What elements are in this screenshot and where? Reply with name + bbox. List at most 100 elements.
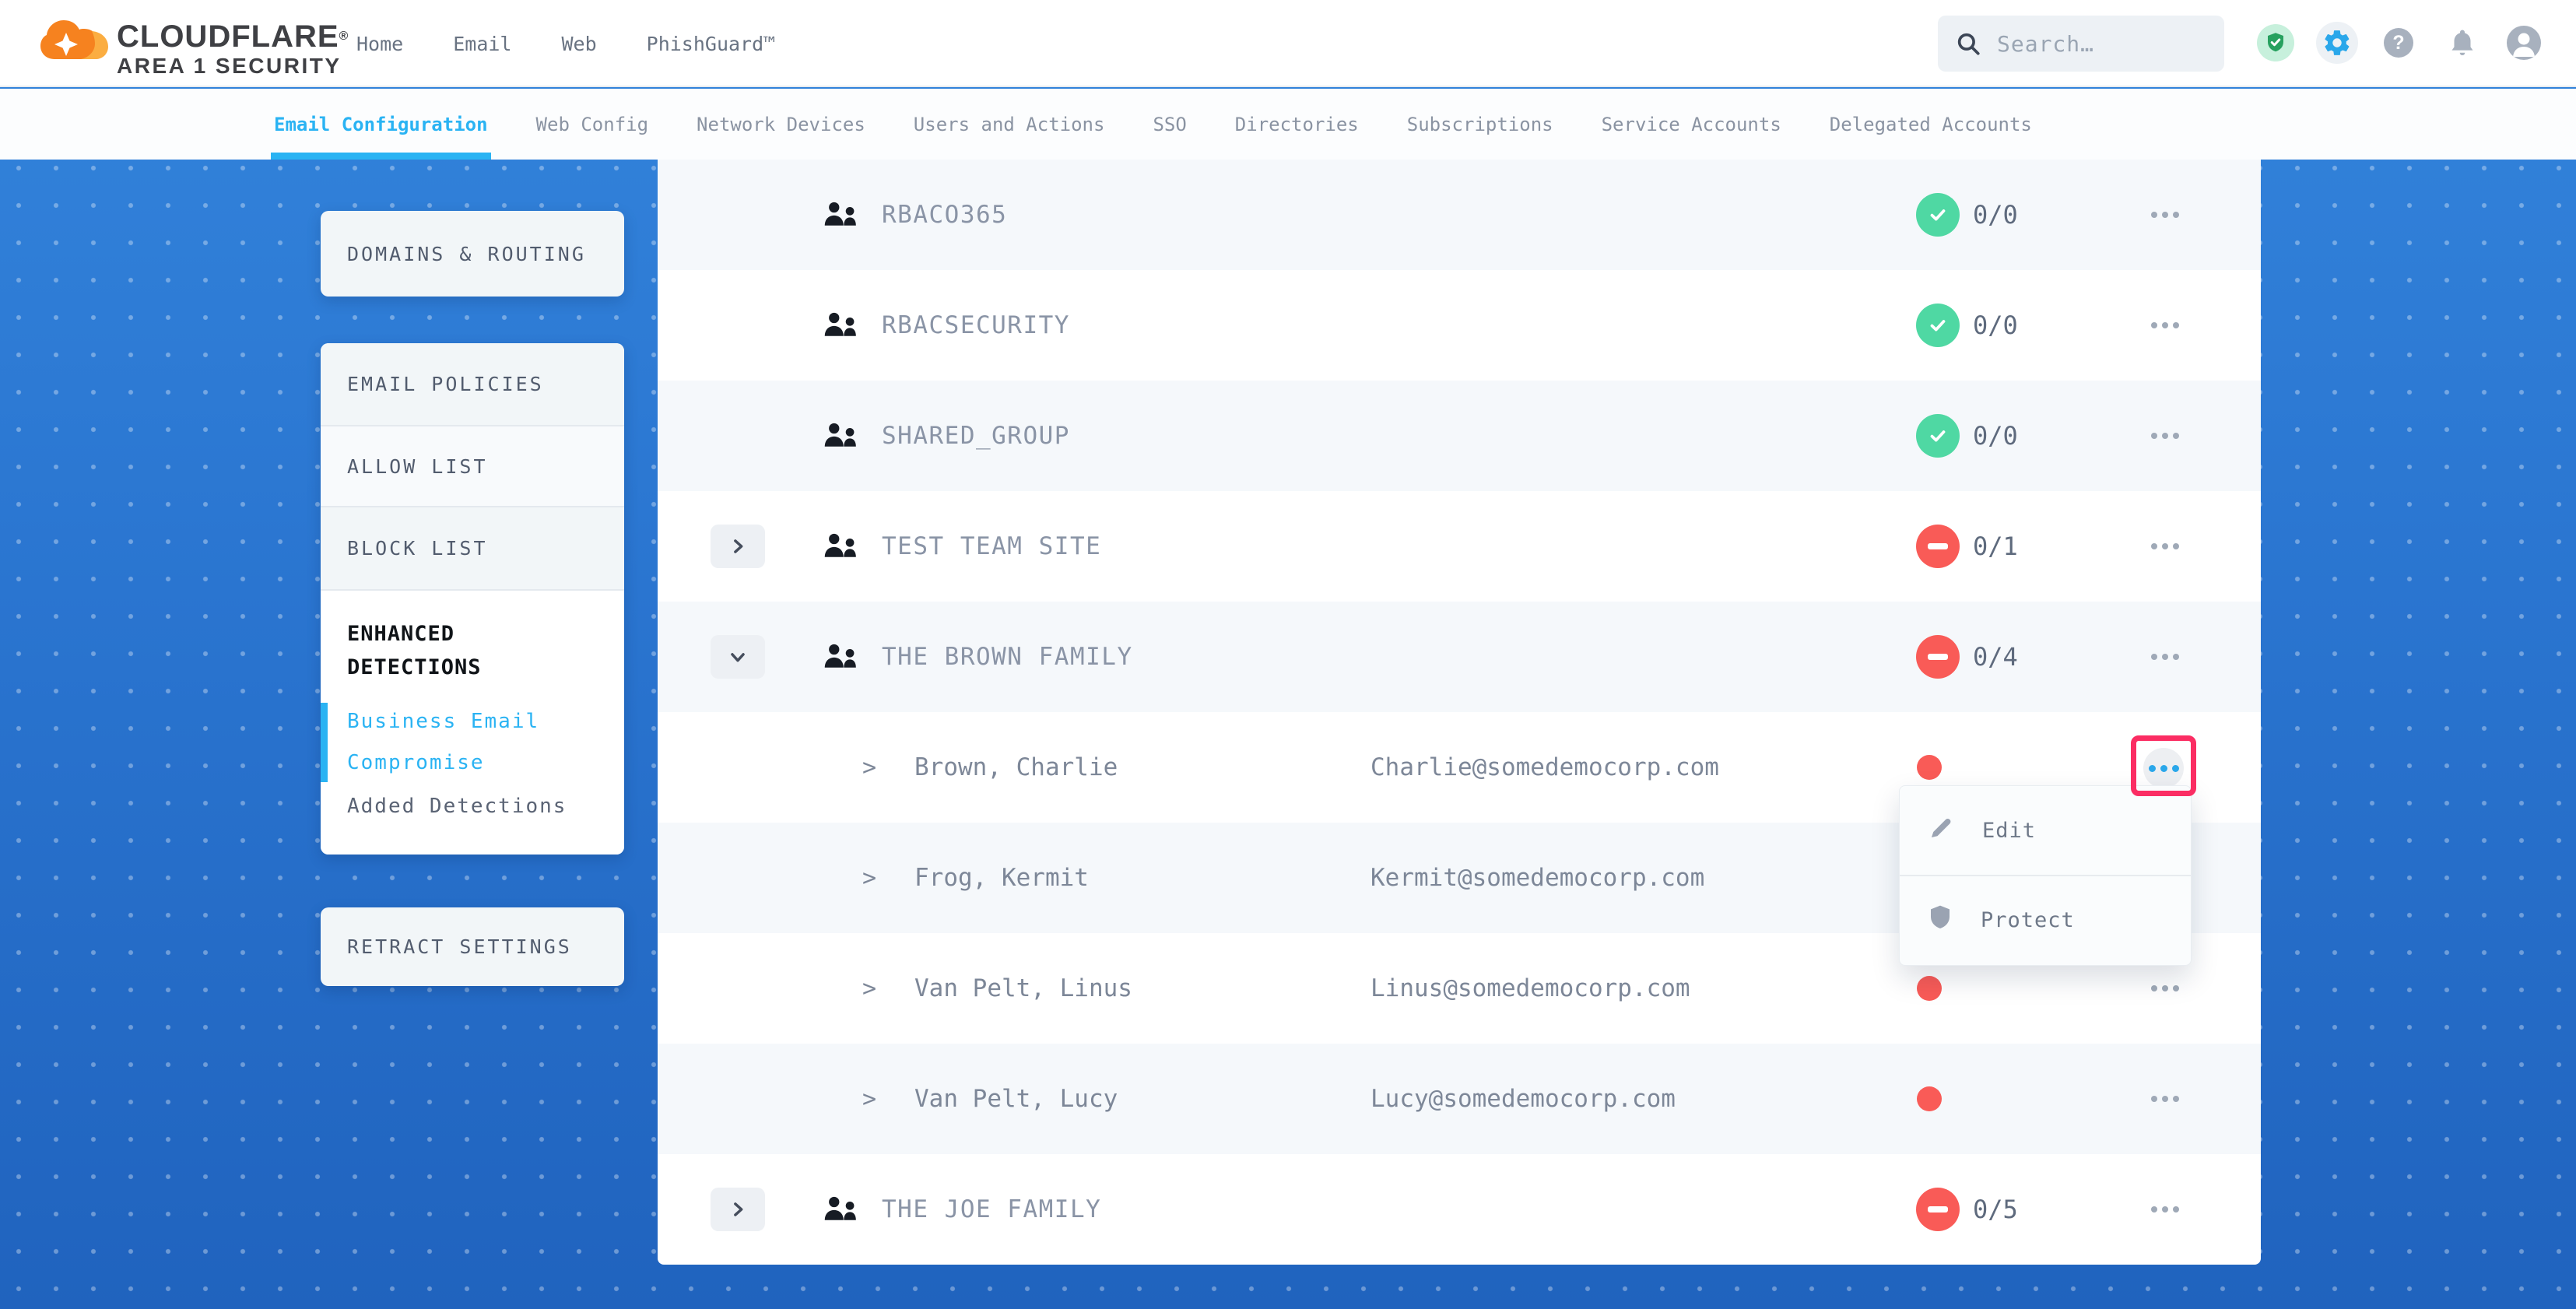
table-row-group: THE JOE FAMILY0/5	[658, 1154, 2261, 1265]
status-blocked-icon	[1916, 525, 1960, 568]
sidebar-enhanced-section: ENHANCED DETECTIONS Business Email Compr…	[321, 591, 624, 855]
active-item-indicator	[321, 703, 328, 782]
menu-item-protect[interactable]: Protect	[1900, 875, 2191, 963]
context-menu: Edit Protect	[1899, 785, 2192, 966]
status-ok-icon	[1916, 304, 1960, 347]
search-input[interactable]	[1997, 31, 2207, 57]
shield-icon	[1928, 904, 1953, 937]
registered-mark: ®	[339, 30, 349, 43]
tab-delegated-accounts[interactable]: Delegated Accounts	[1830, 89, 2032, 160]
expand-group-button[interactable]	[711, 1188, 765, 1231]
minus-glyph	[1928, 543, 1948, 549]
pencil-icon	[1928, 815, 1954, 847]
sidebar-item-email-policies[interactable]: EMAIL POLICIES	[321, 343, 624, 426]
status-unprotected-dot	[1917, 976, 1942, 1001]
topnav-link-phishguard-[interactable]: PhishGuard™	[647, 33, 776, 55]
group-name: THE JOE FAMILY	[882, 1154, 1101, 1265]
sidebar-item-retract-settings[interactable]: RETRACT SETTINGS	[321, 907, 624, 986]
topnav-link-web[interactable]: Web	[561, 33, 596, 55]
brand-name: CLOUDFLARE®	[117, 20, 349, 53]
member-email: Kermit@somedemocorp.com	[1370, 823, 1704, 933]
status-blocked-icon	[1916, 635, 1960, 679]
annotation-highlight-box	[2131, 735, 2196, 796]
sidebar-item-allow-list[interactable]: ALLOW LIST	[321, 426, 624, 507]
tab-sso[interactable]: SSO	[1153, 89, 1186, 160]
sidebar-item-block-list[interactable]: BLOCK LIST	[321, 507, 624, 591]
group-people-icon	[823, 640, 860, 672]
sidebar-retract-label: RETRACT SETTINGS	[347, 935, 572, 958]
table-row-group: RBACSECURITY 0/0	[658, 270, 2261, 381]
row-actions-menu-button[interactable]	[2138, 1044, 2192, 1154]
group-name: RBACSECURITY	[882, 270, 1070, 381]
search-box[interactable]	[1938, 16, 2224, 72]
user-avatar-icon[interactable]	[2507, 26, 2541, 60]
sidebar-item-added-detections[interactable]: Added Detections	[347, 795, 624, 818]
member-name: Brown, Charlie	[914, 712, 1118, 823]
table-row-group: SHARED_GROUP 0/0	[658, 381, 2261, 491]
tab-network-devices[interactable]: Network Devices	[697, 89, 865, 160]
group-name: TEST TEAM SITE	[882, 491, 1101, 602]
top-navigation: Home Email Web PhishGuard™	[356, 0, 775, 87]
member-chevron-icon[interactable]: >	[862, 933, 876, 1044]
protected-count: 0/1	[1973, 491, 2018, 602]
status-unprotected-dot	[1917, 1086, 1942, 1111]
menu-item-label: Protect	[1981, 908, 2075, 932]
status-blocked-icon	[1916, 1188, 1960, 1231]
row-actions-menu-button[interactable]	[2138, 270, 2192, 381]
table-row-group: THE BROWN FAMILY 0/4	[658, 602, 2261, 712]
row-actions-menu-button[interactable]	[2138, 602, 2192, 712]
row-actions-menu-button[interactable]	[2138, 160, 2192, 270]
group-name: RBACO365	[882, 160, 1007, 270]
status-ok-icon	[1916, 193, 1960, 237]
member-chevron-icon[interactable]: >	[862, 712, 876, 823]
top-bar: CLOUDFLARE® AREA 1 SECURITY Home Email Web…	[0, 0, 2576, 87]
cloudflare-area1-logo	[40, 9, 112, 78]
menu-item-label: Edit	[1982, 819, 2036, 843]
table-row-member: >Van Pelt, LucyLucy@somedemocorp.com	[658, 1044, 2261, 1154]
protected-count: 0/0	[1973, 270, 2018, 381]
gear-icon[interactable]	[2316, 22, 2358, 64]
tab-directories[interactable]: Directories	[1235, 89, 1359, 160]
brand-text: CLOUDFLARE® AREA 1 SECURITY	[117, 20, 349, 79]
table-row-group: TEST TEAM SITE 0/1	[658, 491, 2261, 602]
menu-item-edit[interactable]: Edit	[1900, 786, 2191, 875]
member-chevron-icon[interactable]: >	[862, 1044, 876, 1154]
protected-count: 0/0	[1973, 160, 2018, 270]
group-people-icon	[823, 198, 860, 230]
group-people-icon	[823, 419, 860, 451]
help-icon[interactable]: ?	[2384, 28, 2413, 58]
sidebar-item-business-email-compromise[interactable]: Business Email Compromise	[347, 701, 542, 784]
tab-email-configuration[interactable]: Email Configuration	[274, 89, 488, 160]
group-name: SHARED_GROUP	[882, 381, 1070, 491]
bell-icon[interactable]	[2447, 26, 2478, 60]
chevron-down-icon	[729, 649, 746, 665]
member-name: Van Pelt, Linus	[914, 933, 1132, 1044]
tab-subscriptions[interactable]: Subscriptions	[1407, 89, 1553, 160]
minus-glyph	[1928, 1206, 1948, 1212]
sidebar-item-domains-routing[interactable]: DOMAINS & ROUTING	[321, 211, 624, 297]
groups-table: RBACO365 0/0 RBACSECURITY 0/0 SHARED_GROUP 0/…	[658, 160, 2261, 1265]
tab-web-config[interactable]: Web Config	[536, 89, 649, 160]
tab-users-and-actions[interactable]: Users and Actions	[914, 89, 1105, 160]
expand-group-button[interactable]	[711, 525, 765, 568]
protected-count: 0/0	[1973, 381, 2018, 491]
member-name: Frog, Kermit	[914, 823, 1089, 933]
row-actions-menu-button[interactable]	[2138, 491, 2192, 602]
tab-service-accounts[interactable]: Service Accounts	[1602, 89, 1781, 160]
topnav-link-home[interactable]: Home	[356, 33, 403, 55]
group-people-icon	[823, 530, 860, 561]
shield-check-badge-icon[interactable]	[2257, 24, 2294, 61]
member-chevron-icon[interactable]: >	[862, 823, 876, 933]
member-email: Charlie@somedemocorp.com	[1370, 712, 1719, 823]
row-actions-menu-button[interactable]	[2138, 1154, 2192, 1265]
sidebar-domains-label: DOMAINS & ROUTING	[347, 243, 586, 265]
group-name: THE BROWN FAMILY	[882, 602, 1133, 712]
protected-count: 0/4	[1973, 602, 2018, 712]
help-glyph: ?	[2392, 32, 2404, 54]
row-actions-menu-button[interactable]	[2138, 381, 2192, 491]
brand-subtitle: AREA 1 SECURITY	[117, 53, 349, 79]
secondary-navigation: Email Configuration Web Config Network Dev…	[0, 89, 2576, 160]
sidebar-item-enhanced-detections[interactable]: ENHANCED DETECTIONS	[347, 617, 557, 684]
topnav-link-email[interactable]: Email	[453, 33, 511, 55]
collapse-group-button[interactable]	[711, 635, 765, 679]
